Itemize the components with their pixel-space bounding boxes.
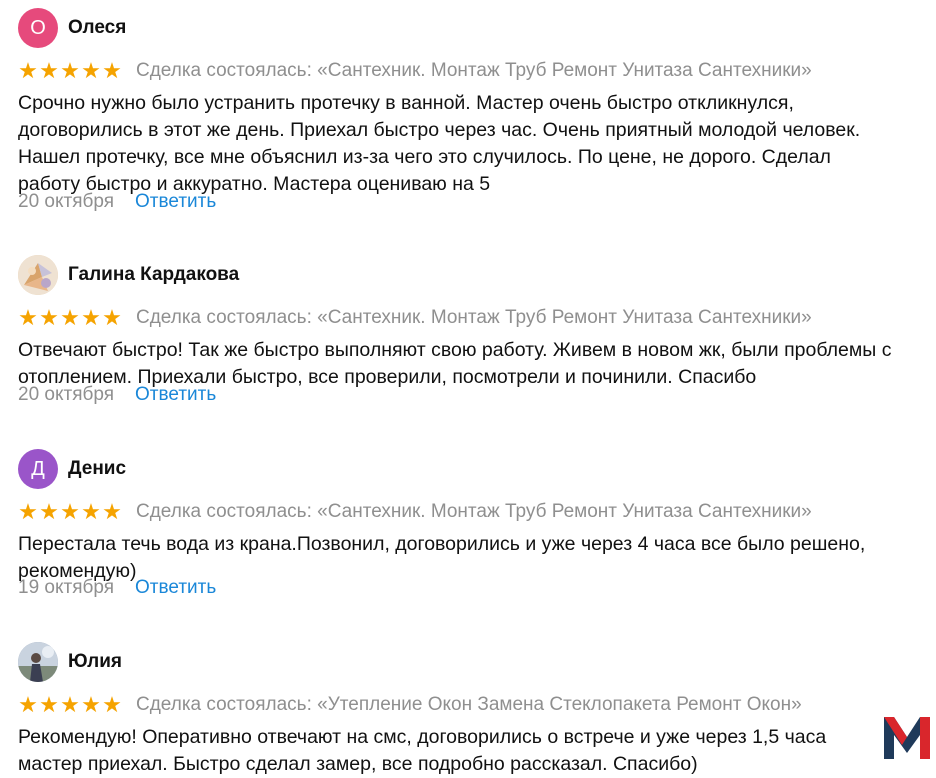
rating-stars: ★ ★ ★ ★ ★: [18, 694, 122, 716]
star-icon: ★: [102, 692, 122, 717]
review-footer: 19 октября Ответить: [18, 577, 216, 599]
review-footer: 20 октября Ответить: [18, 191, 216, 213]
avatar-image: [18, 642, 58, 682]
review-meta: ★ ★ ★ ★ ★ Сделка состоялась: «Сантехник. Мон…: [18, 499, 812, 525]
author-name[interactable]: Олеся: [68, 17, 126, 39]
review-header: Д Денис: [18, 449, 126, 489]
star-icon: ★: [18, 692, 38, 717]
review-text-line: Отвечают быстро! Так же быстро выполняют…: [18, 339, 892, 361]
deal-info: Сделка состоялась: «Сантехник. Монтаж Тр…: [136, 60, 812, 81]
avatar[interactable]: [18, 255, 58, 295]
review-text: Срочно нужно было устранить протечку в в…: [18, 90, 923, 198]
review-text: Рекомендую! Оперативно отвечают на смс, …: [18, 724, 923, 778]
star-icon: ★: [81, 58, 101, 83]
star-icon: ★: [102, 305, 122, 330]
review-text-line: Рекомендую! Оперативно отвечают на смс, …: [18, 726, 827, 748]
rating-stars: ★ ★ ★ ★ ★: [18, 501, 122, 523]
author-name[interactable]: Галина Кардакова: [68, 264, 239, 286]
avatar[interactable]: О: [18, 8, 58, 48]
reply-link[interactable]: Ответить: [135, 384, 216, 406]
review-meta: ★ ★ ★ ★ ★ Сделка состоялась: «Сантехник. Мон…: [18, 58, 812, 84]
star-icon: ★: [39, 305, 59, 330]
review-header: О Олеся: [18, 8, 126, 48]
avatar-image: [18, 255, 58, 295]
review-header: Юлия: [18, 642, 122, 682]
review-text-line: договорились в этот же день. Приехал быс…: [18, 119, 861, 141]
rating-stars: ★ ★ ★ ★ ★: [18, 60, 122, 82]
review-header: Галина Кардакова: [18, 255, 239, 295]
star-icon: ★: [60, 499, 80, 524]
star-icon: ★: [18, 305, 38, 330]
star-icon: ★: [18, 58, 38, 83]
star-icon: ★: [102, 499, 122, 524]
rating-stars: ★ ★ ★ ★ ★: [18, 307, 122, 329]
review-text-line: Нашел протечку, все мне объяснил из-за ч…: [18, 146, 831, 168]
review-date: 20 октября: [18, 384, 115, 405]
reply-link[interactable]: Ответить: [135, 577, 216, 599]
review-date: 20 октября: [18, 191, 115, 212]
avatar[interactable]: [18, 642, 58, 682]
author-name[interactable]: Денис: [68, 458, 126, 480]
reply-link[interactable]: Ответить: [135, 191, 216, 213]
star-icon: ★: [39, 692, 59, 717]
review-text-line: Срочно нужно было устранить протечку в в…: [18, 92, 794, 114]
star-icon: ★: [81, 305, 101, 330]
review-footer: 20 октября Ответить: [18, 384, 216, 406]
deal-info: Сделка состоялась: «Утепление Окон Замен…: [136, 694, 802, 715]
star-icon: ★: [39, 499, 59, 524]
review-text-line: мастер приехал. Быстро сделал замер, все…: [18, 753, 698, 775]
deal-info: Сделка состоялась: «Сантехник. Монтаж Тр…: [136, 501, 812, 522]
avatar[interactable]: Д: [18, 449, 58, 489]
star-icon: ★: [81, 499, 101, 524]
star-icon: ★: [102, 58, 122, 83]
review-date: 19 октября: [18, 577, 115, 598]
star-icon: ★: [18, 499, 38, 524]
review-meta: ★ ★ ★ ★ ★ Сделка состоялась: «Утепление Окон…: [18, 692, 802, 718]
review-text: Отвечают быстро! Так же быстро выполняют…: [18, 337, 923, 391]
star-icon: ★: [60, 692, 80, 717]
star-icon: ★: [39, 58, 59, 83]
m-logo-icon: [884, 717, 930, 759]
star-icon: ★: [60, 58, 80, 83]
review-meta: ★ ★ ★ ★ ★ Сделка состоялась: «Сантехник. Мон…: [18, 305, 812, 331]
author-name[interactable]: Юлия: [68, 651, 122, 673]
deal-info: Сделка состоялась: «Сантехник. Монтаж Тр…: [136, 307, 812, 328]
star-icon: ★: [60, 305, 80, 330]
star-icon: ★: [81, 692, 101, 717]
review-text-line: Перестала течь вода из крана.Позвонил, д…: [18, 533, 866, 555]
